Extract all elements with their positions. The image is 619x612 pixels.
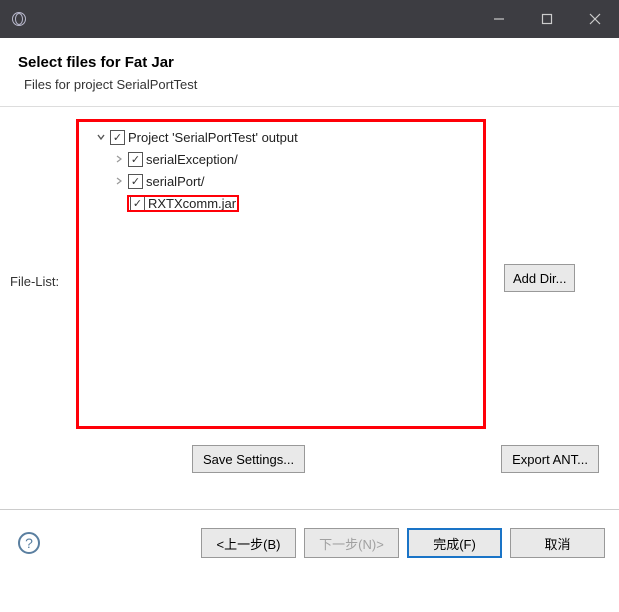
tree-root-row[interactable]: ✓ Project 'SerialPortTest' output	[83, 126, 479, 148]
wizard-subtitle: Files for project SerialPortTest	[24, 77, 601, 92]
tree-item-label: Project 'SerialPortTest' output	[128, 130, 298, 145]
help-icon[interactable]: ?	[18, 532, 40, 554]
export-ant-button[interactable]: Export ANT...	[501, 445, 599, 473]
titlebar	[0, 0, 619, 38]
close-button[interactable]	[571, 0, 619, 38]
chevron-right-icon[interactable]	[113, 154, 125, 164]
tree-row[interactable]: ✓ serialException/	[83, 148, 479, 170]
checkbox[interactable]: ✓	[110, 130, 125, 145]
tree-item-label: serialPort/	[146, 174, 205, 189]
add-dir-button[interactable]: Add Dir...	[504, 264, 575, 292]
eclipse-icon	[10, 10, 28, 28]
tree-row[interactable]: ✓ serialPort/	[83, 170, 479, 192]
finish-button[interactable]: 完成(F)	[407, 528, 502, 558]
minimize-button[interactable]	[475, 0, 523, 38]
wizard-title: Select files for Fat Jar	[18, 54, 601, 71]
wizard-footer: ? <上一步(B) 下一步(N)> 完成(F) 取消	[0, 510, 619, 558]
chevron-right-icon[interactable]	[113, 176, 125, 186]
next-button: 下一步(N)>	[304, 528, 399, 558]
checkbox[interactable]: ✓	[128, 174, 143, 189]
tree-item-label: serialException/	[146, 152, 238, 167]
checkbox[interactable]: ✓	[128, 152, 143, 167]
file-list-label: File-List:	[10, 119, 70, 289]
back-button[interactable]: <上一步(B)	[201, 528, 296, 558]
cancel-button[interactable]: 取消	[510, 528, 605, 558]
wizard-header: Select files for Fat Jar Files for proje…	[0, 38, 619, 107]
checkbox[interactable]: ✓	[130, 196, 145, 211]
maximize-button[interactable]	[523, 0, 571, 38]
tree-row[interactable]: · ✓ RXTXcomm.jar	[83, 192, 479, 214]
tree-item-label: RXTXcomm.jar	[148, 196, 236, 211]
file-tree[interactable]: ✓ Project 'SerialPortTest' output ✓ seri…	[76, 119, 486, 429]
chevron-down-icon[interactable]	[95, 132, 107, 142]
save-settings-button[interactable]: Save Settings...	[192, 445, 305, 473]
